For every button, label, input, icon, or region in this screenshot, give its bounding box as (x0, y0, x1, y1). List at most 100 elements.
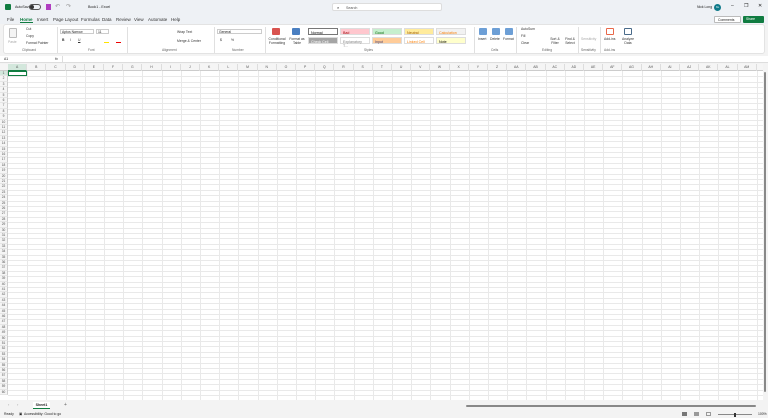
close-icon[interactable]: ✕ (758, 3, 762, 9)
analyze-data-icon[interactable] (624, 28, 632, 35)
tab-file[interactable]: File (7, 17, 14, 22)
column-header-U[interactable]: U (392, 64, 412, 71)
column-header-R[interactable]: R (334, 64, 354, 71)
next-sheet-icon[interactable]: › (17, 402, 18, 407)
clear-button[interactable]: Clear (521, 41, 529, 45)
column-header-A[interactable]: A (8, 64, 28, 71)
tab-page-layout[interactable]: Page Layout (53, 17, 78, 22)
column-header-X[interactable]: X (450, 64, 469, 71)
cell-style-input[interactable]: Input (372, 37, 402, 44)
tab-home[interactable]: Home (20, 17, 33, 23)
column-header-L[interactable]: L (219, 64, 239, 71)
restore-icon[interactable]: ❐ (744, 3, 748, 9)
underline-button[interactable]: U (78, 38, 80, 42)
horizontal-scrollbar[interactable] (466, 405, 756, 407)
column-header-S[interactable]: S (354, 64, 373, 71)
column-header-H[interactable]: H (142, 64, 162, 71)
cell-style-neutral[interactable]: Neutral (404, 28, 434, 35)
column-header-AG[interactable]: AG (622, 64, 642, 71)
sheet-tab-sheet1[interactable]: Sheet1 (33, 402, 50, 409)
column-header-F[interactable]: F (104, 64, 124, 71)
find-select-button[interactable]: Find & Select (563, 37, 577, 45)
column-header-P[interactable]: P (296, 64, 316, 71)
column-header-G[interactable]: G (123, 64, 143, 71)
redo-icon[interactable]: ↷ (66, 3, 71, 10)
bold-button[interactable]: B (62, 38, 64, 42)
column-header-AK[interactable]: AK (699, 64, 719, 71)
insert-cells-button[interactable]: Insert (478, 37, 486, 41)
tab-data[interactable]: Data (102, 17, 112, 22)
tab-view[interactable]: View (134, 17, 144, 22)
currency-button[interactable]: $ (220, 38, 222, 42)
column-header-AI[interactable]: AI (661, 64, 680, 71)
column-header-AC[interactable]: AC (546, 64, 565, 71)
add-ins-button[interactable]: Add-ins (604, 37, 616, 41)
font-name-select[interactable]: Aptos Narrow (60, 29, 94, 34)
autosum-button[interactable]: AutoSum (521, 27, 535, 31)
tab-help[interactable]: Help (171, 17, 180, 22)
cell-style-normal[interactable]: Normal (308, 28, 338, 35)
sort-filter-button[interactable]: Sort & Filter (548, 37, 562, 45)
format-cells-icon[interactable] (505, 28, 513, 35)
cell-style-note[interactable]: Note (436, 37, 466, 44)
column-header-Z[interactable]: Z (488, 64, 508, 71)
zoom-slider[interactable] (718, 412, 752, 417)
insert-cells-icon[interactable] (479, 28, 487, 35)
column-header-AH[interactable]: AH (642, 64, 661, 71)
number-format-select[interactable]: General (217, 29, 262, 34)
font-color-icon[interactable] (116, 42, 121, 43)
tab-formulas[interactable]: Formulas (81, 17, 100, 22)
worksheet-grid[interactable]: A B C D E F G H I J K L M N O P Q R S T U V W X Y Z AA AB AC AD AE AF AG… (0, 64, 763, 400)
italic-button[interactable]: I (70, 38, 71, 42)
column-header-C[interactable]: C (46, 64, 66, 71)
accessibility-status[interactable]: Accessibility: Good to go (24, 412, 61, 416)
share-button[interactable]: Share (743, 16, 764, 23)
column-header-AD[interactable]: AD (565, 64, 584, 71)
fill-button[interactable]: Fill (521, 34, 525, 38)
column-header-J[interactable]: J (181, 64, 200, 71)
column-header-O[interactable]: O (277, 64, 296, 71)
avatar[interactable]: NL (714, 4, 721, 11)
search-box[interactable]: ⌕ Search (332, 3, 442, 11)
user-name[interactable]: Nick Long (697, 5, 712, 9)
column-header-N[interactable]: N (258, 64, 277, 71)
cell-style-bad[interactable]: Bad (340, 28, 370, 35)
column-header-I[interactable]: I (162, 64, 181, 71)
conditional-formatting-button[interactable]: Conditional Formatting (266, 37, 288, 45)
column-header-AE[interactable]: AE (584, 64, 604, 71)
column-header-Q[interactable]: Q (315, 64, 335, 71)
format-as-table-button[interactable]: Format as Table (288, 37, 306, 45)
save-icon[interactable] (46, 4, 51, 10)
fx-icon[interactable]: fx (55, 57, 58, 61)
column-header-AM[interactable]: AM (738, 64, 757, 71)
row-header-60[interactable]: 60 (0, 389, 8, 395)
column-header-E[interactable]: E (85, 64, 104, 71)
column-header-AF[interactable]: AF (603, 64, 623, 71)
fill-color-icon[interactable] (104, 42, 109, 43)
column-header-AA[interactable]: AA (507, 64, 527, 71)
column-header-V[interactable]: V (411, 64, 431, 71)
paste-label[interactable]: Paste (8, 40, 17, 44)
normal-view-button[interactable] (682, 412, 687, 416)
column-header-AJ[interactable]: AJ (680, 64, 700, 71)
font-size-select[interactable]: 11 (96, 29, 109, 34)
column-header-W[interactable]: W (430, 64, 450, 71)
cut-button[interactable]: Cut (26, 27, 31, 31)
format-as-table-icon[interactable] (292, 28, 300, 35)
column-header-AL[interactable]: AL (718, 64, 738, 71)
cell-style-explanatory-t[interactable]: Explanatory T... (340, 37, 370, 48)
percent-button[interactable]: % (231, 38, 234, 42)
column-header-T[interactable]: T (373, 64, 392, 71)
format-cells-button[interactable]: Format (503, 37, 514, 41)
column-header-D[interactable]: D (66, 64, 85, 71)
selected-cell-a1[interactable] (8, 71, 28, 77)
merge-center-button[interactable]: Merge & Center (177, 39, 201, 43)
conditional-formatting-icon[interactable] (272, 28, 280, 35)
column-header-B[interactable]: B (27, 64, 47, 71)
column-header-K[interactable]: K (200, 64, 220, 71)
undo-icon[interactable]: ↶ (55, 3, 60, 10)
cell-style-check-cell[interactable]: Check Cell (308, 37, 338, 44)
delete-cells-icon[interactable] (492, 28, 500, 35)
analyze-data-button[interactable]: Analyze Data (621, 37, 635, 45)
tab-automate[interactable]: Automate (148, 17, 167, 22)
